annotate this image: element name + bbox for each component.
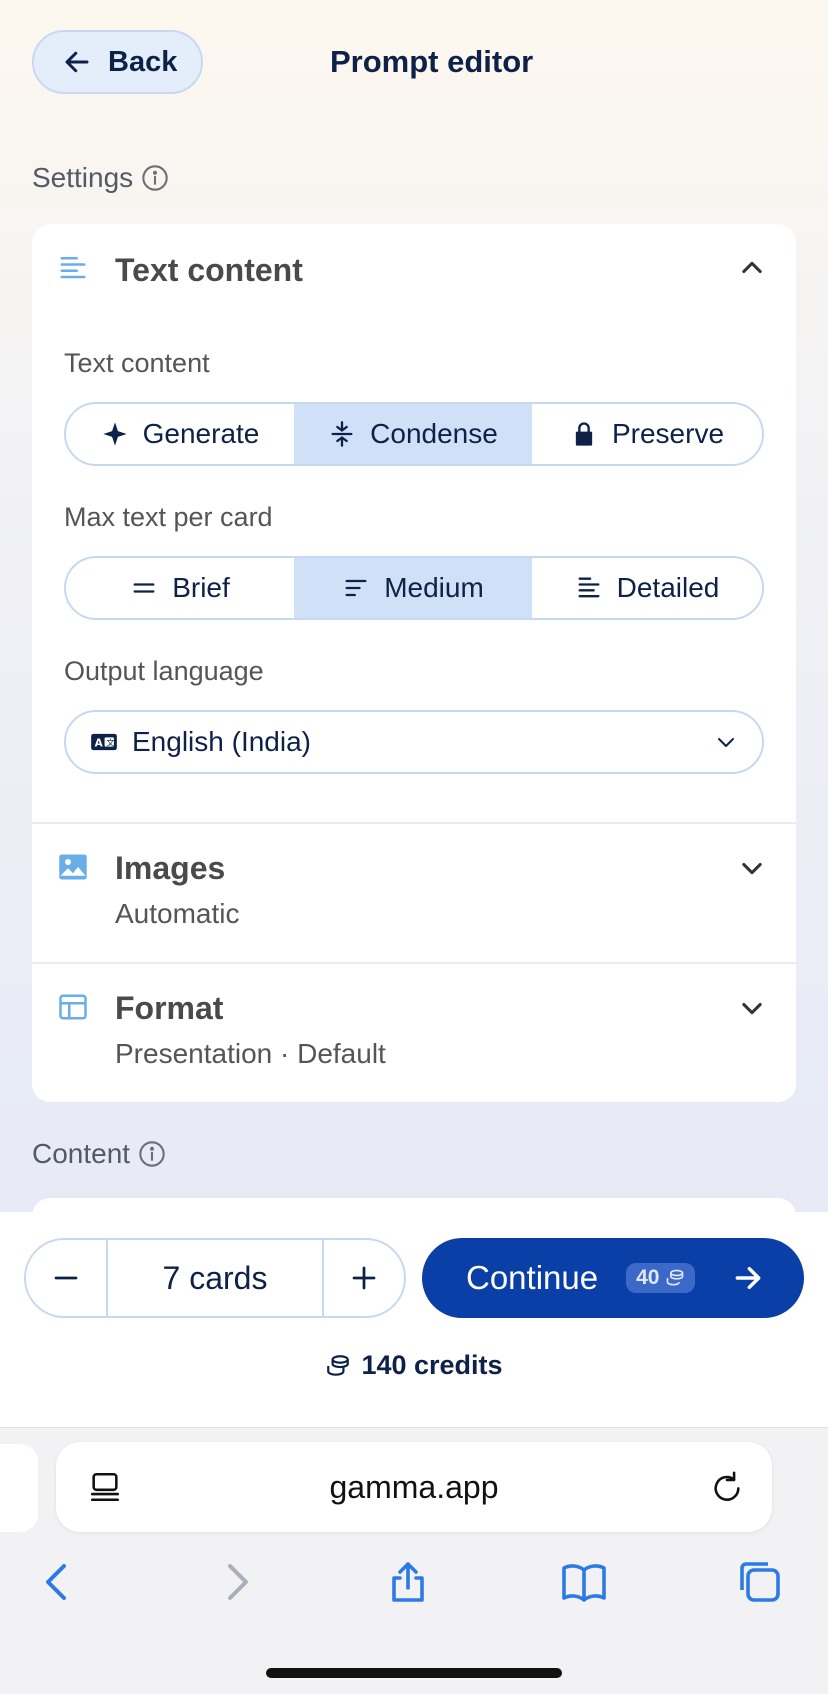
svg-text:文: 文 <box>106 738 114 748</box>
back-label: Back <box>108 45 178 78</box>
credits-balance: 140 credits <box>0 1350 828 1381</box>
output-language-value: English (India) <box>132 726 311 757</box>
detailed-lines-icon <box>578 577 600 598</box>
equals-icon <box>133 583 155 593</box>
text-content-field-label: Text content <box>64 348 210 378</box>
condense-option[interactable]: Condense <box>294 404 532 464</box>
format-value: Presentation · Default <box>115 1038 386 1069</box>
coins-icon <box>327 1354 350 1376</box>
images-value: Automatic <box>115 898 240 929</box>
bookmarks-icon[interactable] <box>560 1558 608 1606</box>
reload-icon[interactable] <box>710 1470 744 1504</box>
condense-icon <box>331 421 353 447</box>
plus-icon <box>352 1266 376 1290</box>
medium-lines-icon <box>345 579 367 597</box>
content-label: Content <box>32 1138 166 1170</box>
layout-icon <box>59 994 87 1020</box>
text-content-accordion-header[interactable]: Text content <box>32 224 796 314</box>
chevron-down-icon <box>718 738 734 747</box>
back-button[interactable]: Back <box>32 30 203 94</box>
url-bar[interactable]: gamma.app <box>56 1442 772 1532</box>
output-language-label: Output language <box>64 656 264 686</box>
images-accordion-header[interactable]: Images Automatic <box>32 824 796 962</box>
url-text: gamma.app <box>329 1468 499 1505</box>
credit-cost-value: 40 <box>636 1266 660 1289</box>
content-label-text: Content <box>32 1138 131 1169</box>
decrement-button[interactable] <box>26 1240 106 1316</box>
medium-label: Medium <box>384 572 484 603</box>
brief-label: Brief <box>172 572 230 603</box>
detailed-label: Detailed <box>616 572 720 603</box>
text-align-icon <box>60 257 86 279</box>
header: Back Prompt editor <box>0 0 828 130</box>
coins-icon <box>667 1269 684 1286</box>
images-title: Images <box>115 850 226 886</box>
card-count-value: 7 cards <box>106 1240 324 1316</box>
format-accordion-header[interactable]: Format Presentation · Default <box>32 964 796 1102</box>
forward-arrow-icon[interactable] <box>212 1558 260 1606</box>
info-icon[interactable] <box>141 164 169 192</box>
text-content-title: Text content <box>115 252 303 288</box>
translate-icon: A文 <box>91 733 117 751</box>
browser-toolbar <box>0 1558 828 1628</box>
sparkle-icon <box>102 422 127 446</box>
svg-text:A: A <box>95 738 104 750</box>
chevron-down-icon[interactable] <box>738 994 766 1022</box>
card-count-stepper: 7 cards <box>24 1238 406 1318</box>
credit-cost-badge: 40 <box>626 1263 696 1293</box>
continue-button[interactable]: Continue 40 <box>422 1238 804 1318</box>
increment-button[interactable] <box>324 1240 404 1316</box>
previous-tab[interactable] <box>0 1444 38 1532</box>
chevron-up-icon[interactable] <box>738 254 766 282</box>
brief-option[interactable]: Brief <box>66 558 294 618</box>
generate-option[interactable]: Generate <box>66 404 294 464</box>
output-language-select[interactable]: A文 English (India) <box>64 710 764 774</box>
max-text-segmented: Brief Medium Detailed <box>64 556 764 620</box>
medium-option[interactable]: Medium <box>294 558 532 618</box>
format-title: Format <box>115 990 224 1026</box>
settings-label: Settings <box>32 162 169 194</box>
image-icon <box>59 854 87 880</box>
settings-label-text: Settings <box>32 162 134 193</box>
lock-icon <box>575 422 593 446</box>
home-indicator <box>266 1668 562 1678</box>
bottom-action-bar: 7 cards Continue 40 140 credits <box>0 1212 828 1428</box>
back-arrow-icon[interactable] <box>34 1558 82 1606</box>
chevron-down-icon[interactable] <box>738 854 766 882</box>
arrow-right-icon <box>735 1266 761 1290</box>
minus-icon <box>54 1276 78 1280</box>
generate-label: Generate <box>142 418 260 449</box>
settings-card: Text content Text content Generate Conde… <box>32 224 796 1102</box>
text-content-segmented: Generate Condense Preserve <box>64 402 764 466</box>
preserve-option[interactable]: Preserve <box>532 404 762 464</box>
share-icon[interactable] <box>384 1558 432 1606</box>
credits-text: 140 credits <box>361 1350 503 1380</box>
continue-label: Continue <box>466 1259 599 1296</box>
preserve-label: Preserve <box>611 418 725 449</box>
tabs-icon[interactable] <box>736 1558 784 1606</box>
info-icon[interactable] <box>138 1140 166 1168</box>
condense-label: Condense <box>370 418 498 449</box>
arrow-left-icon <box>65 51 89 73</box>
page-menu-icon[interactable] <box>88 1470 122 1504</box>
page-title: Prompt editor <box>330 44 534 79</box>
detailed-option[interactable]: Detailed <box>532 558 762 618</box>
browser-chrome: gamma.app <box>0 1428 828 1694</box>
max-text-label: Max text per card <box>64 502 273 532</box>
